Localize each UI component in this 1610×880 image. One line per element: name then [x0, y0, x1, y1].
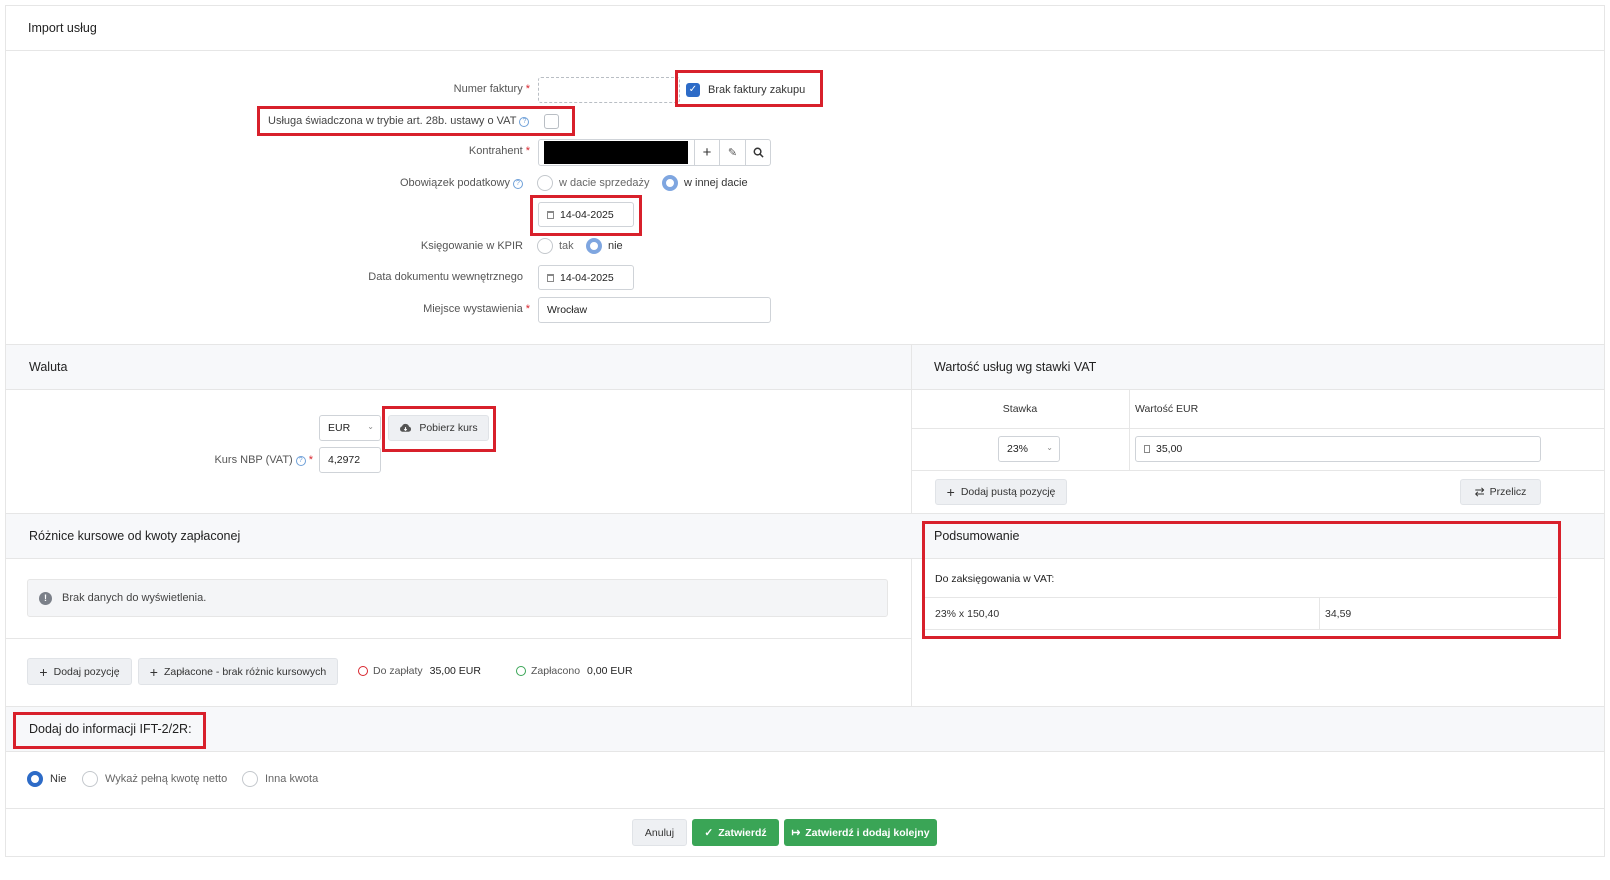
kpir-option-yes[interactable]: tak [537, 238, 574, 254]
fx-diff-section-header: Różnice kursowe od kwoty zapłaconej [6, 513, 911, 559]
edit-contractor-button[interactable]: ✎ [719, 140, 745, 165]
search-contractor-button[interactable] [745, 140, 771, 165]
empty-data-alert: ! Brak danych do wyświetlenia. [27, 579, 888, 617]
search-icon [753, 147, 764, 158]
contractor-value-redacted [544, 141, 688, 164]
kpir-label: Księgowanie w KPIR [420, 240, 523, 252]
help-icon[interactable]: ? [513, 179, 523, 189]
vat-table-header-line [911, 428, 1604, 429]
confirm-button[interactable]: ✓ Zatwierdź [692, 819, 779, 846]
contractor-field[interactable]: + ✎ [538, 139, 771, 166]
invoice-number-input[interactable] [538, 77, 680, 103]
paid-indicator: Zapłacono 0,00 EUR [516, 665, 633, 677]
refresh-icon: ⇄ [1474, 485, 1485, 499]
ift-option-no[interactable]: Nie [27, 771, 67, 787]
vat-values-section-header: Wartość usług wg stawki VAT [911, 344, 1604, 390]
kpir-option-no[interactable]: nie [586, 238, 623, 254]
recalculate-button[interactable]: ⇄ Przelicz [1460, 479, 1541, 505]
calendar-icon [547, 273, 554, 282]
currency-section-header: Waluta [6, 344, 911, 390]
ift-option-full-net[interactable]: Wykaż pełną kwotę netto [82, 771, 227, 787]
ift-option-other-amount[interactable]: Inna kwota [242, 771, 318, 787]
add-position-button[interactable]: + Dodaj pozycję [27, 658, 132, 685]
confirm-and-add-next-button[interactable]: ↦ Zatwierdź i dodaj kolejny [784, 819, 937, 846]
radio-selected-icon [662, 175, 678, 191]
vat-rate-select[interactable]: 23% ⌄ [998, 436, 1060, 462]
vat-col-rate-header: Stawka [1002, 403, 1038, 415]
highlight-box [257, 106, 575, 136]
ift-section-header: Dodaj do informacji IFT-2/2R: [6, 706, 1604, 752]
check-icon: ✓ [704, 826, 714, 839]
paid-no-diff-button[interactable]: + Zapłacone - brak różnic kursowych [138, 658, 338, 685]
calculator-icon [1144, 445, 1150, 453]
radio-selected-icon [586, 238, 602, 254]
plus-icon: + [149, 663, 158, 680]
rate-label: Kurs NBP (VAT)? * [214, 454, 313, 466]
currency-select[interactable]: EUR ⌄ [319, 415, 381, 441]
internal-doc-date-input[interactable]: 14-04-2025 [538, 265, 634, 290]
arrow-right-icon: ↦ [791, 826, 801, 839]
highlight-box [530, 195, 642, 236]
radio-icon [537, 175, 553, 191]
vat-col-value-header: Wartość EUR [1135, 403, 1199, 415]
add-empty-position-button[interactable]: + Dodaj pustą pozycję [935, 479, 1067, 505]
plus-icon: + [702, 144, 712, 161]
circle-green-icon [516, 666, 526, 676]
page-header: Import usług [6, 6, 1604, 51]
vat-table-divider [1129, 390, 1130, 470]
chevron-down-icon: ⌄ [1046, 443, 1053, 452]
info-icon: ! [39, 591, 52, 605]
circle-red-icon [358, 666, 368, 676]
plus-icon: + [39, 663, 48, 680]
tax-option-other[interactable]: w innej dacie [662, 175, 748, 191]
highlight-box [382, 406, 496, 452]
tax-option-sale[interactable]: w dacie sprzedaży [537, 175, 650, 191]
radio-icon [242, 771, 258, 787]
highlight-box [675, 70, 823, 107]
chevron-down-icon: ⌄ [367, 422, 374, 431]
highlight-box [13, 712, 206, 749]
cancel-button[interactable]: Anuluj [632, 819, 687, 846]
place-input[interactable]: Wrocław [538, 297, 771, 323]
vat-table-bottom-line [911, 470, 1604, 471]
radio-icon [82, 771, 98, 787]
radio-selected-icon [27, 771, 43, 787]
tax-obligation-label: Obowiązek podatkowy? [300, 177, 523, 189]
add-contractor-button[interactable]: + [694, 140, 719, 165]
plus-icon: + [946, 484, 955, 500]
vat-value-input[interactable]: 35,00 [1135, 436, 1541, 462]
highlight-box [922, 521, 1561, 639]
place-label: Miejsce wystawienia * [423, 303, 530, 315]
help-icon[interactable]: ? [295, 456, 306, 466]
to-pay-indicator: Do zapłaty 35,00 EUR [358, 665, 481, 677]
invoice-number-label: Numer faktury * [453, 83, 530, 95]
internal-doc-date-label: Data dokumentu wewnętrznego [368, 271, 523, 283]
page-title: Import usług [28, 21, 97, 35]
footer-divider [6, 808, 1604, 809]
fx-diff-divider [6, 638, 911, 639]
radio-icon [537, 238, 553, 254]
edit-icon: ✎ [727, 147, 738, 159]
contractor-label: Kontrahent * [468, 145, 530, 157]
rate-input[interactable]: 4,2972 [319, 447, 381, 473]
